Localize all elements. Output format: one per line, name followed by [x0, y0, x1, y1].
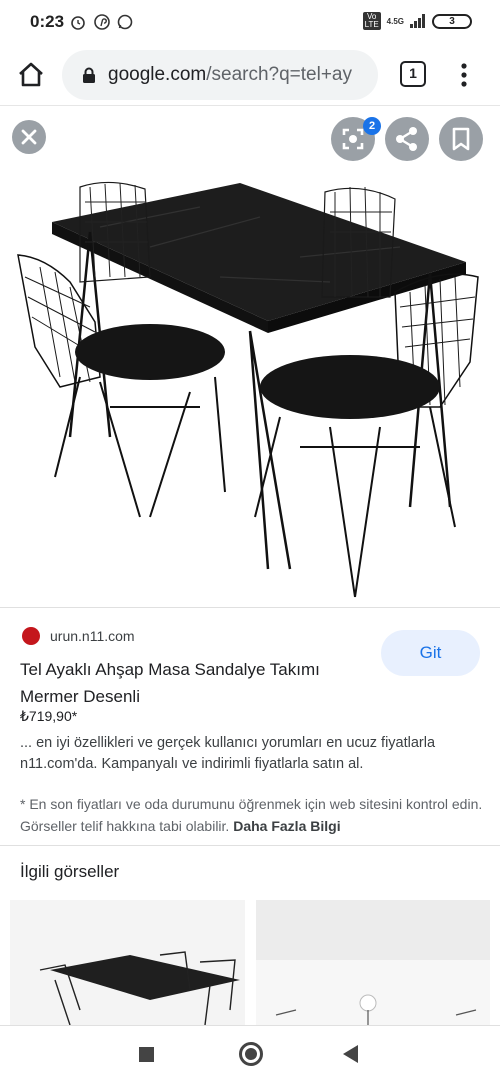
related-image-1[interactable] — [10, 900, 245, 1025]
close-icon — [21, 129, 37, 145]
bookmark-icon — [452, 127, 470, 151]
copyright-notice: * En son fiyatları ve oda durumunu öğren… — [20, 793, 490, 837]
square-icon[interactable] — [139, 1047, 154, 1062]
pinterest-icon — [94, 14, 110, 30]
source-domain: urun.n11.com — [50, 628, 135, 644]
more-vert-icon[interactable] — [452, 60, 476, 90]
url-text: google.com/search?q=tel+ay — [108, 64, 352, 86]
source-favicon — [22, 627, 40, 645]
network-type: 4.5G — [386, 16, 404, 26]
more-info-link[interactable]: Daha Fazla Bilgi — [233, 818, 340, 834]
home-icon[interactable] — [14, 58, 48, 92]
related-heading: İlgili görseller — [20, 862, 120, 881]
lock-icon — [83, 67, 95, 83]
url-host: google.com — [108, 64, 207, 85]
result-price: ₺719,90* — [20, 708, 78, 724]
alarm-icon — [71, 16, 85, 30]
image-viewer[interactable]: 2 — [0, 107, 500, 607]
result-title[interactable]: Tel Ayaklı Ahşap Masa Sandalye Takımı Me… — [20, 656, 365, 710]
result-snippet: ... en iyi özellikleri ve gerçek kullanı… — [20, 735, 436, 772]
system-nav-bar — [0, 1025, 500, 1083]
divider — [0, 845, 500, 846]
source-row[interactable]: urun.n11.com — [22, 627, 135, 645]
volte-badge: Vo LTE — [362, 12, 381, 30]
signal-icon — [410, 14, 425, 28]
battery-indicator: 3 — [432, 13, 472, 29]
lens-badge: 2 — [363, 117, 381, 135]
product-image — [17, 181, 479, 598]
share-button[interactable] — [385, 117, 429, 161]
url-path: /search?q=tel+ay — [206, 64, 352, 85]
divider — [0, 607, 500, 608]
back-triangle-icon[interactable] — [343, 1045, 358, 1063]
related-image-2[interactable] — [256, 900, 490, 1025]
share-icon — [396, 127, 417, 151]
status-bar: 0:23 Vo LTE 4.5G 3 — [0, 0, 500, 44]
whatsapp-icon — [117, 14, 133, 30]
status-time: 0:23 — [30, 12, 65, 31]
browser-toolbar: google.com/search?q=tel+ay 1 — [0, 44, 500, 106]
related-image-1-content — [10, 900, 245, 1025]
circle-icon[interactable] — [239, 1042, 263, 1066]
bookmark-button[interactable] — [439, 117, 483, 161]
related-image-2-content — [256, 900, 490, 1025]
address-bar[interactable]: google.com/search?q=tel+ay — [62, 50, 378, 100]
visit-button[interactable]: Git — [381, 630, 480, 676]
close-button[interactable] — [12, 120, 46, 154]
tab-switcher-button[interactable]: 1 — [400, 61, 426, 87]
